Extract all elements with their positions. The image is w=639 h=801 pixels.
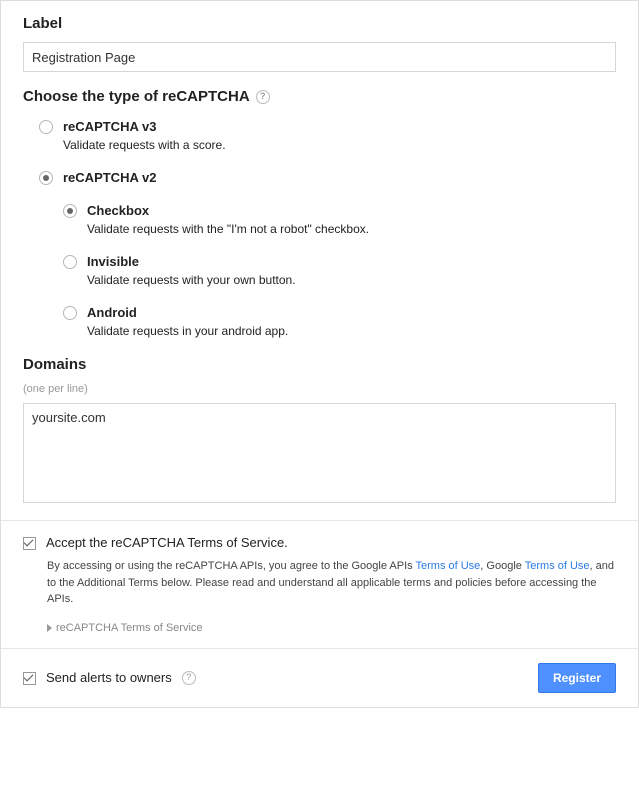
- radio-option-v3[interactable]: reCAPTCHA v3 Validate requests with a sc…: [39, 119, 616, 152]
- radio-option-checkbox[interactable]: Checkbox Validate requests with the "I'm…: [63, 203, 616, 236]
- radio-icon: [63, 306, 77, 320]
- radio-group-subtype: Checkbox Validate requests with the "I'm…: [63, 203, 616, 338]
- radio-desc: Validate requests in your android app.: [87, 324, 616, 338]
- radio-label: Invisible: [87, 254, 139, 269]
- radio-option-invisible[interactable]: Invisible Validate requests with your ow…: [63, 254, 616, 287]
- radio-option-android[interactable]: Android Validate requests in your androi…: [63, 305, 616, 338]
- help-icon[interactable]: ?: [182, 671, 196, 685]
- radio-icon: [39, 120, 53, 134]
- terms-expand[interactable]: reCAPTCHA Terms of Service: [47, 622, 616, 634]
- alerts-row[interactable]: Send alerts to owners ?: [23, 670, 196, 685]
- terms-link-2[interactable]: Terms of Use: [525, 560, 590, 572]
- footer-section: Send alerts to owners ? Register: [1, 648, 638, 707]
- radio-label: Android: [87, 305, 137, 320]
- label-input[interactable]: [23, 42, 616, 72]
- register-button[interactable]: Register: [538, 663, 616, 693]
- terms-text: By accessing or using the reCAPTCHA APIs…: [47, 558, 616, 608]
- domains-hint: (one per line): [23, 383, 616, 395]
- radio-label: Checkbox: [87, 203, 149, 218]
- help-icon[interactable]: ?: [256, 90, 270, 104]
- terms-section: Accept the reCAPTCHA Terms of Service. B…: [1, 520, 638, 648]
- radio-label: reCAPTCHA v2: [63, 170, 156, 185]
- alerts-label: Send alerts to owners: [46, 670, 172, 685]
- form-panel: Label Choose the type of reCAPTCHA ? reC…: [0, 0, 639, 708]
- radio-icon: [63, 204, 77, 218]
- radio-group-type: reCAPTCHA v3 Validate requests with a sc…: [39, 119, 616, 185]
- radio-desc: Validate requests with the "I'm not a ro…: [87, 222, 616, 236]
- type-heading: Choose the type of reCAPTCHA ?: [23, 88, 616, 105]
- terms-link-1[interactable]: Terms of Use: [416, 560, 481, 572]
- label-heading: Label: [23, 15, 616, 32]
- checkbox-icon: [23, 537, 36, 550]
- radio-icon: [39, 171, 53, 185]
- radio-label: reCAPTCHA v3: [63, 119, 156, 134]
- accept-terms-row[interactable]: Accept the reCAPTCHA Terms of Service.: [23, 535, 616, 550]
- domains-textarea[interactable]: [23, 403, 616, 503]
- radio-option-v2[interactable]: reCAPTCHA v2: [39, 170, 616, 185]
- radio-desc: Validate requests with your own button.: [87, 273, 616, 287]
- domains-heading: Domains: [23, 356, 616, 373]
- radio-desc: Validate requests with a score.: [63, 138, 616, 152]
- label-section: Label Choose the type of reCAPTCHA ? reC…: [1, 1, 638, 520]
- accept-terms-label: Accept the reCAPTCHA Terms of Service.: [46, 535, 288, 550]
- chevron-right-icon: [47, 624, 52, 632]
- radio-icon: [63, 255, 77, 269]
- checkbox-icon: [23, 672, 36, 685]
